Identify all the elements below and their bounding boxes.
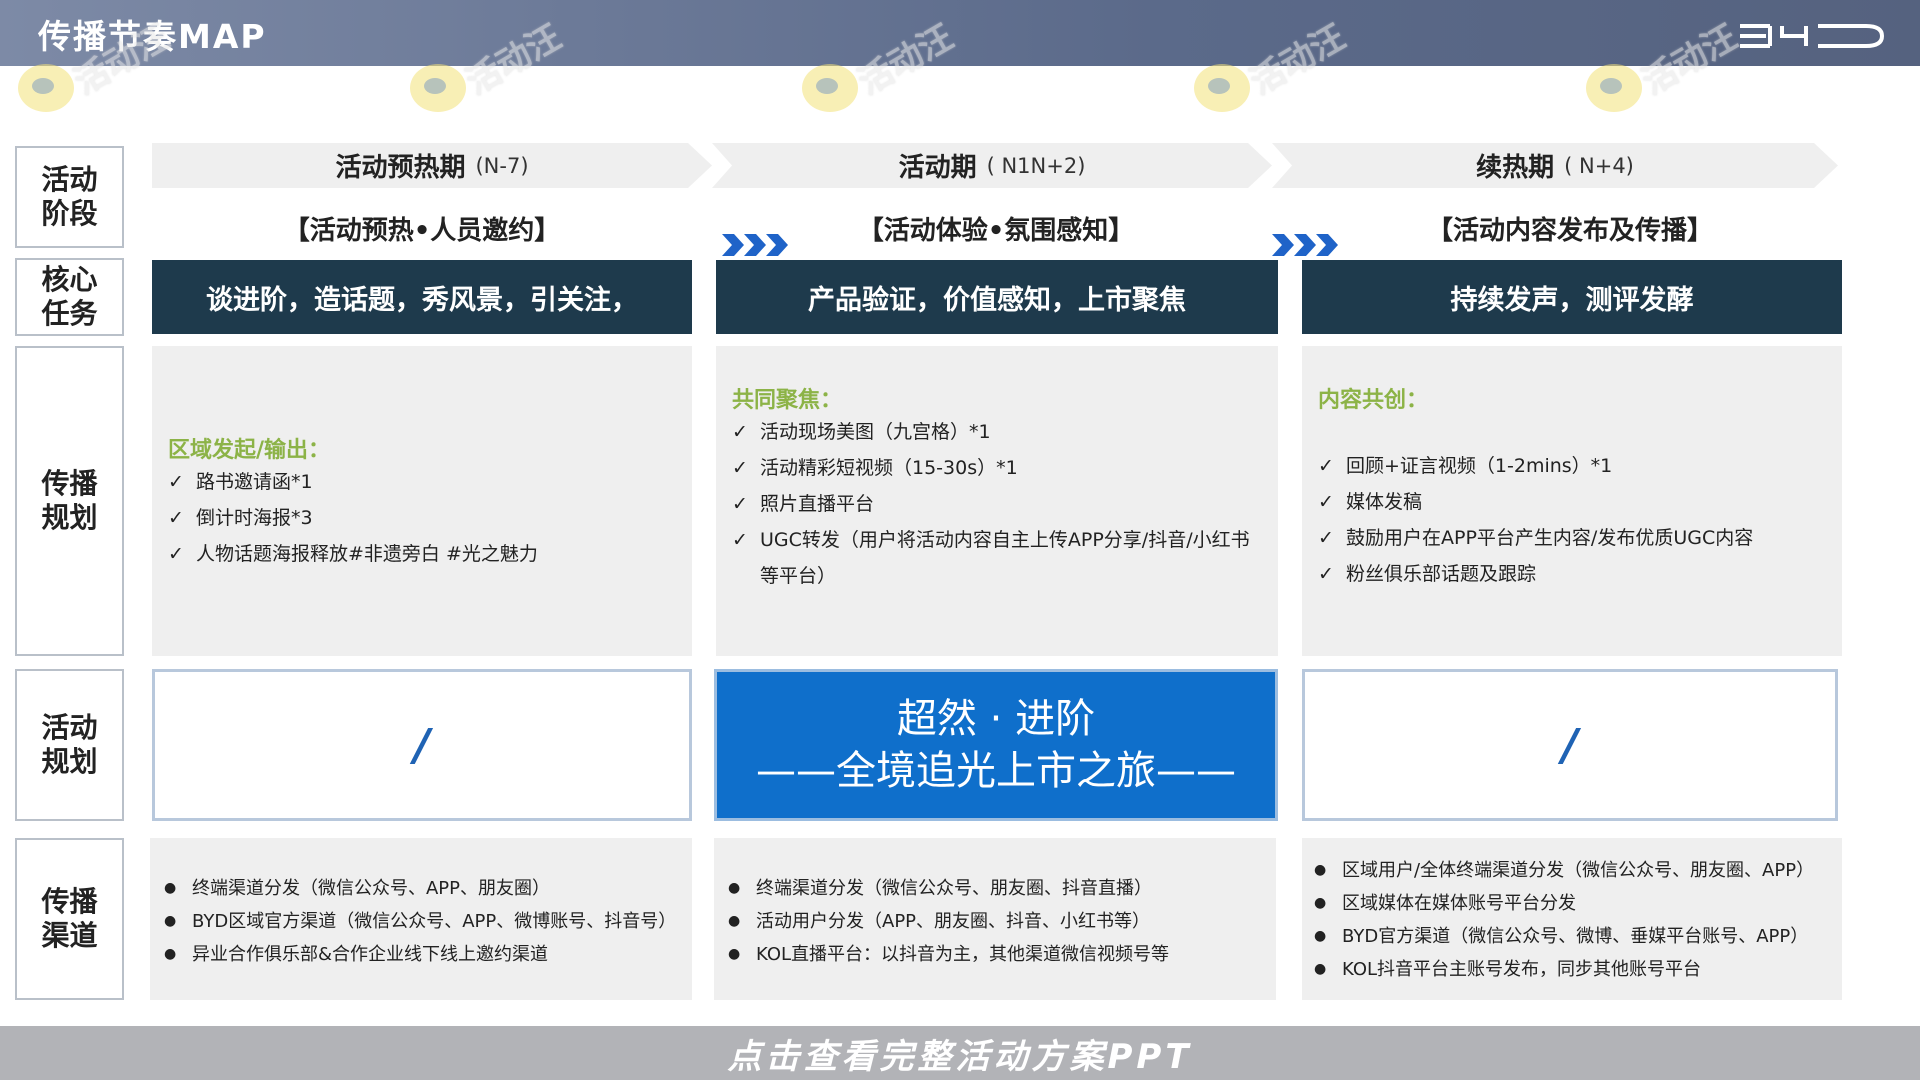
core-task-bar: 持续发声，测评发酵 bbox=[1302, 260, 1842, 334]
plan-section-title: 内容共创： bbox=[1318, 388, 1429, 413]
check-icon: ✓ bbox=[1318, 563, 1334, 585]
header-bar bbox=[0, 0, 1920, 66]
row-label-stage: 活动阶段 bbox=[15, 146, 124, 248]
activity-box-event: 超然 · 进阶 ——全境追光上市之旅—— bbox=[714, 669, 1278, 821]
list-item: ✓ 活动精彩短视频（15-30s）*1 bbox=[732, 450, 1264, 486]
list-item: ✓ 倒计时海报*3 bbox=[168, 500, 678, 536]
check-icon: ✓ bbox=[732, 529, 748, 551]
channel-panel-preheat: ● 终端渠道分发（微信公众号、APP、朋友圈） ● BYD区域官方渠道（微信公众号、… bbox=[150, 838, 692, 1000]
list-item: ● 终端渠道分发（微信公众号、朋友圈、抖音直播） bbox=[728, 872, 1268, 905]
channel-panel-followup: ● 区域用户/全体终端渠道分发（微信公众号、朋友圈、APP） ● 区域媒体在媒体账号… bbox=[1302, 838, 1842, 1000]
list-item: ● 异业合作俱乐部&合作企业线下线上邀约渠道 bbox=[164, 938, 684, 971]
check-icon: ✓ bbox=[168, 543, 184, 565]
list-item: ✓ 鼓励用户在APP平台产生内容/发布优质UGC内容 bbox=[1318, 520, 1828, 556]
list-item: ✓ 粉丝俱乐部话题及跟踪 bbox=[1318, 556, 1828, 592]
phase-code: ( N1N+2) bbox=[986, 153, 1086, 178]
list-item: ● BYD官方渠道（微信公众号、微博、垂媒平台账号、APP） bbox=[1314, 920, 1836, 953]
phase-theme: 【活动体验•氛围感知】 bbox=[857, 216, 1135, 246]
plan-panel-preheat: 区域发起/输出： ✓ 路书邀请函*1 ✓ 倒计时海报*3 ✓ 人物话题海报释放#非遗旁… bbox=[152, 346, 692, 656]
plan-section-title: 共同聚焦： bbox=[732, 388, 843, 413]
phase-header-preheat: 活动预热期 (N-7) bbox=[152, 143, 712, 188]
list-item: ✓ 路书邀请函*1 bbox=[168, 464, 678, 500]
bullet-icon: ● bbox=[1314, 928, 1327, 944]
list-item: ✓ 人物话题海报释放#非遗旁白 #光之魅力 bbox=[168, 536, 678, 572]
check-icon: ✓ bbox=[732, 457, 748, 479]
core-task-bar: 谈进阶，造话题，秀风景，引关注， bbox=[152, 260, 692, 334]
list-item: ● 活动用户分发（APP、朋友圈、抖音、小红书等） bbox=[728, 905, 1268, 938]
check-icon: ✓ bbox=[1318, 527, 1334, 549]
list-item: ✓ 照片直播平台 bbox=[732, 486, 1264, 522]
bullet-icon: ● bbox=[1314, 961, 1327, 977]
check-icon: ✓ bbox=[732, 421, 748, 443]
plan-panel-event: 共同聚焦： ✓ 活动现场美图（九宫格）*1 ✓ 活动精彩短视频（15-30s）*1 … bbox=[716, 346, 1278, 656]
list-item: ✓ 回顾+证言视频（1-2mins）*1 bbox=[1318, 448, 1828, 484]
bullet-icon: ● bbox=[164, 880, 177, 896]
bullet-icon: ● bbox=[728, 880, 741, 896]
activity-subtitle: ——全境追光上市之旅—— bbox=[756, 748, 1236, 794]
bullet-icon: ● bbox=[728, 946, 741, 962]
list-item: ✓ 媒体发稿 bbox=[1318, 484, 1828, 520]
phase-name: 活动预热期 bbox=[335, 153, 466, 183]
check-icon: ✓ bbox=[732, 493, 748, 515]
bullet-icon: ● bbox=[728, 913, 741, 929]
check-icon: ✓ bbox=[1318, 455, 1334, 477]
row-label-core: 核心任务 bbox=[15, 258, 124, 336]
bullet-icon: ● bbox=[164, 913, 177, 929]
phase-theme: 【活动内容发布及传播】 bbox=[1426, 216, 1713, 246]
list-item: ● 终端渠道分发（微信公众号、APP、朋友圈） bbox=[164, 872, 684, 905]
list-item: ✓ UGC转发（用户将活动内容自主上传APP分享/抖音/小红书等平台） bbox=[732, 522, 1264, 594]
bullet-icon: ● bbox=[1314, 895, 1327, 911]
page-title: 传播节奏MAP bbox=[38, 17, 267, 56]
row-label-plan: 传播规划 bbox=[15, 346, 124, 656]
footer-cta-button[interactable]: 点击查看完整活动方案PPT bbox=[0, 1026, 1920, 1080]
phase-name: 续热期 bbox=[1476, 153, 1555, 183]
chevron-right-icon bbox=[722, 234, 788, 256]
chevron-right-icon bbox=[1272, 234, 1338, 256]
phase-header-event: 活动期 ( N1N+2) bbox=[712, 143, 1272, 188]
list-item: ● 区域用户/全体终端渠道分发（微信公众号、朋友圈、APP） bbox=[1314, 854, 1836, 887]
row-label-channel: 传播渠道 bbox=[15, 838, 124, 1000]
phase-code: (N-7) bbox=[475, 153, 529, 178]
check-icon: ✓ bbox=[168, 507, 184, 529]
channel-panel-event: ● 终端渠道分发（微信公众号、朋友圈、抖音直播） ● 活动用户分发（APP、朋友圈、… bbox=[714, 838, 1276, 1000]
activity-title: 超然 · 进阶 bbox=[896, 696, 1096, 742]
row-label-activity: 活动规划 bbox=[15, 669, 124, 821]
activity-box-followup: / bbox=[1302, 669, 1838, 821]
byd-logo bbox=[1740, 24, 1885, 48]
plan-section-title: 区域发起/输出： bbox=[168, 438, 331, 463]
phase-header-followup: 续热期 ( N+4) bbox=[1272, 143, 1838, 188]
activity-box-preheat: / bbox=[152, 669, 692, 821]
list-item: ● BYD区域官方渠道（微信公众号、APP、微博账号、抖音号） bbox=[164, 905, 684, 938]
bullet-icon: ● bbox=[164, 946, 177, 962]
list-item: ● KOL抖音平台主账号发布，同步其他账号平台 bbox=[1314, 953, 1836, 986]
phase-name: 活动期 bbox=[898, 153, 977, 183]
activity-placeholder: / bbox=[413, 719, 431, 771]
phase-theme: 【活动预热•人员邀约】 bbox=[283, 216, 561, 246]
check-icon: ✓ bbox=[1318, 491, 1334, 513]
plan-panel-followup: 内容共创： ✓ 回顾+证言视频（1-2mins）*1 ✓ 媒体发稿 ✓ 鼓励用户在AP… bbox=[1302, 346, 1842, 656]
list-item: ● KOL直播平台：以抖音为主，其他渠道微信视频号等 bbox=[728, 938, 1268, 971]
activity-placeholder: / bbox=[1561, 719, 1579, 771]
footer-cta-label[interactable]: 点击查看完整活动方案PPT bbox=[727, 1029, 1192, 1078]
list-item: ● 区域媒体在媒体账号平台分发 bbox=[1314, 887, 1836, 920]
bullet-icon: ● bbox=[1314, 862, 1327, 878]
core-task-bar: 产品验证，价值感知，上市聚焦 bbox=[716, 260, 1278, 334]
check-icon: ✓ bbox=[168, 471, 184, 493]
list-item: ✓ 活动现场美图（九宫格）*1 bbox=[732, 414, 1264, 450]
phase-code: ( N+4) bbox=[1564, 153, 1634, 178]
